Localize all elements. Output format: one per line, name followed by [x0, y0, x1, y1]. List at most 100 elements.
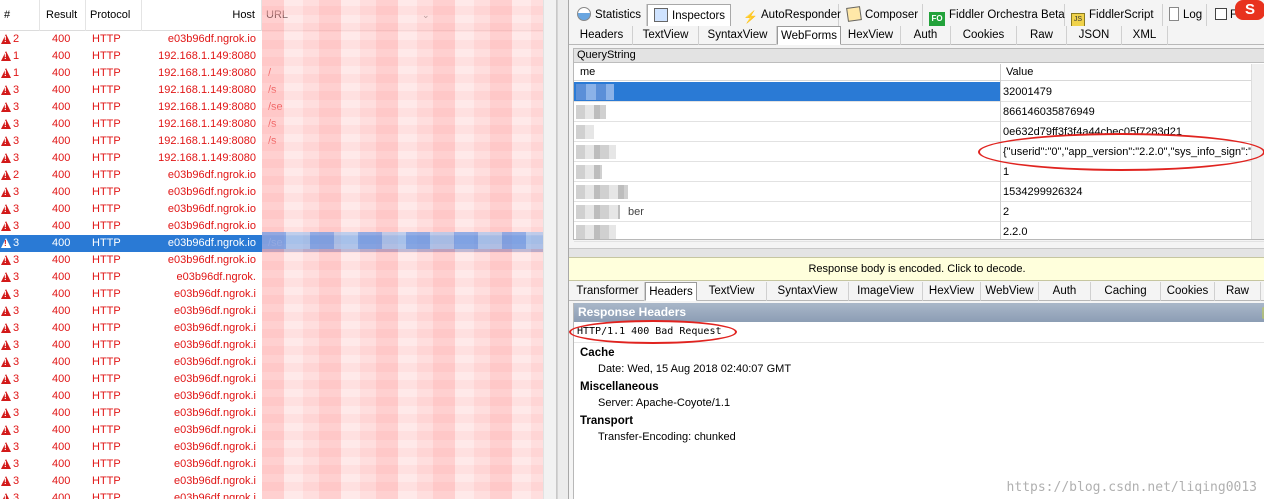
session-protocol: HTTP: [92, 169, 121, 181]
request-tab-cookies[interactable]: Cookies: [951, 26, 1017, 45]
session-row[interactable]: 3 400 HTTP e03b96df.ngrok.: [0, 269, 556, 286]
session-row[interactable]: 3 400 HTTP e03b96df.ngrok.io/se: [0, 235, 556, 252]
session-url: [268, 150, 328, 167]
session-row[interactable]: 3 400 HTTP e03b96df.ngrok.i: [0, 388, 556, 405]
session-row[interactable]: 3 400 HTTP 192.168.1.149:8080/s: [0, 133, 556, 150]
column-value[interactable]: Value: [1006, 64, 1033, 81]
response-tab-syntaxview[interactable]: SyntaxView: [767, 282, 849, 301]
session-row[interactable]: 3 400 HTTP 192.168.1.149:8080/s: [0, 116, 556, 133]
session-row[interactable]: 3 400 HTTP 192.168.1.149:8080/se: [0, 99, 556, 116]
request-tab-hexview[interactable]: HexView: [841, 26, 901, 45]
session-row[interactable]: 3 400 HTTP e03b96df.ngrok.io: [0, 252, 556, 269]
session-row[interactable]: 1 400 HTTP 192.168.1.149:8080: [0, 48, 556, 65]
response-tab-raw[interactable]: Raw: [1215, 282, 1261, 301]
session-row[interactable]: 3 400 HTTP e03b96df.ngrok.i: [0, 422, 556, 439]
session-row[interactable]: 3 400 HTTP e03b96df.ngrok.i: [0, 320, 556, 337]
session-row[interactable]: 3 400 HTTP e03b96df.ngrok.io: [0, 184, 556, 201]
request-tab-raw[interactable]: Raw: [1017, 26, 1067, 45]
response-tab-webview[interactable]: WebView: [981, 282, 1039, 301]
querystring-row[interactable]: 32001479: [574, 82, 1264, 102]
session-row[interactable]: 1 400 HTTP 192.168.1.149:8080 /: [0, 65, 556, 82]
decode-banner[interactable]: Response body is encoded. Click to decod…: [569, 257, 1264, 281]
tab-fiddlerscript[interactable]: JS FiddlerScript: [1065, 4, 1163, 27]
request-tab-xml[interactable]: XML: [1122, 26, 1168, 45]
session-host: e03b96df.ngrok.i: [174, 339, 256, 351]
querystring-row[interactable]: 0e632d79ff3f3f4a44cbec05f7283d21: [574, 122, 1264, 142]
session-row[interactable]: 3 400 HTTP e03b96df.ngrok.i: [0, 405, 556, 422]
redacted-param-name: [576, 225, 616, 239]
sessions-scrollbar[interactable]: [543, 0, 556, 499]
response-tab-caching[interactable]: Caching: [1091, 282, 1161, 301]
session-row[interactable]: 3 400 HTTP e03b96df.ngrok.io: [0, 201, 556, 218]
session-url: /s: [268, 135, 277, 147]
request-tab-json[interactable]: JSON: [1067, 26, 1122, 45]
tab-inspectors[interactable]: Inspectors: [647, 4, 731, 26]
request-tabs: Headers TextView SyntaxView WebForms HexView…: [569, 26, 1264, 45]
response-tab-transformer[interactable]: Transformer: [571, 282, 645, 301]
session-result: 400: [52, 492, 71, 499]
tab-statistics[interactable]: Statistics: [571, 4, 647, 26]
header-group-cache[interactable]: Cache: [574, 345, 1264, 361]
tab-inspectors-label: Inspectors: [672, 10, 726, 22]
session-number: 3: [13, 390, 20, 402]
column-host[interactable]: Host: [142, 0, 262, 31]
request-tab-headers[interactable]: Headers: [571, 26, 633, 45]
session-row[interactable]: 3 400 HTTP e03b96df.ngrok.i: [0, 456, 556, 473]
response-tab-textview[interactable]: TextView: [697, 282, 767, 301]
tab-autoresponder[interactable]: ⚡ AutoResponder: [737, 4, 841, 26]
querystring-row[interactable]: 866146035876949: [574, 102, 1264, 122]
session-row[interactable]: 3 400 HTTP 192.168.1.149:8080: [0, 150, 556, 167]
tab-fiddler-orchestra[interactable]: FO Fiddler Orchestra Beta: [923, 4, 1065, 26]
tab-log[interactable]: Log: [1163, 4, 1207, 26]
request-tab-auth[interactable]: Auth: [901, 26, 951, 45]
ime-logo: S: [1235, 0, 1264, 20]
session-row[interactable]: 3 400 HTTP e03b96df.ngrok.i: [0, 303, 556, 320]
session-row[interactable]: 3 400 HTTP e03b96df.ngrok.i: [0, 473, 556, 490]
querystring-row[interactable]: 2.2.0: [574, 222, 1264, 242]
session-result: 400: [52, 101, 71, 113]
pane-splitter[interactable]: [557, 0, 568, 499]
column-name[interactable]: me: [580, 64, 595, 81]
response-tab-auth[interactable]: Auth: [1039, 282, 1091, 301]
session-row[interactable]: 2 400 HTTP e03b96df.ngrok.io: [0, 167, 556, 184]
response-tab-hexview[interactable]: HexView: [923, 282, 981, 301]
session-row[interactable]: 3 400 HTTP e03b96df.ngrok.io: [0, 218, 556, 235]
session-row[interactable]: 3 400 HTTP e03b96df.ngrok.i: [0, 439, 556, 456]
request-tab-textview[interactable]: TextView: [633, 26, 699, 45]
request-tab-webforms[interactable]: WebForms: [777, 26, 841, 45]
session-result: 400: [52, 67, 71, 79]
column-divider[interactable]: [1000, 64, 1001, 239]
session-row[interactable]: 3 400 HTTP e03b96df.ngrok.i: [0, 286, 556, 303]
querystring-row[interactable]: ber 2: [574, 202, 1264, 222]
warning-icon: [1, 235, 12, 252]
tab-composer[interactable]: Composer: [841, 4, 923, 26]
warning-icon: [1, 269, 12, 286]
header-group-miscellaneous[interactable]: Miscellaneous: [574, 379, 1264, 395]
response-tab-headers[interactable]: Headers: [645, 282, 697, 301]
column-hash[interactable]: #: [0, 0, 40, 31]
response-tab-cookies[interactable]: Cookies: [1161, 282, 1215, 301]
column-url[interactable]: URL ⌄: [262, 0, 556, 31]
column-result[interactable]: Result: [40, 0, 86, 31]
querystring-row[interactable]: {"userid":"0","app_version":"2.2.0","sys…: [574, 142, 1264, 162]
sessions-list[interactable]: # Result Protocol Host URL ⌄ 2 400 HTTP e03…: [0, 0, 557, 499]
session-row[interactable]: 2 400 HTTP e03b96df.ngrok.io: [0, 31, 556, 48]
session-host: 192.168.1.149:8080: [158, 67, 256, 79]
pane-divider[interactable]: [569, 248, 1264, 257]
session-row[interactable]: 3 400 HTTP e03b96df.ngrok.i: [0, 371, 556, 388]
querystring-row[interactable]: 1: [574, 162, 1264, 182]
session-number: 3: [13, 322, 20, 334]
session-row[interactable]: 3 400 HTTP e03b96df.ngrok.i: [0, 337, 556, 354]
header-group-transport[interactable]: Transport: [574, 413, 1264, 429]
session-row[interactable]: 3 400 HTTP e03b96df.ngrok.i: [0, 354, 556, 371]
session-url: [268, 303, 328, 320]
filters-checkbox[interactable]: [1215, 8, 1227, 20]
session-row[interactable]: 3 400 HTTP e03b96df.ngrok.i: [0, 490, 556, 499]
response-tab-imageview[interactable]: ImageView: [849, 282, 923, 301]
request-tab-syntaxview[interactable]: SyntaxView: [699, 26, 777, 45]
querystring-scrollbar[interactable]: [1251, 64, 1264, 239]
session-row[interactable]: 3 400 HTTP 192.168.1.149:8080/s: [0, 82, 556, 99]
querystring-row[interactable]: 1534299926324: [574, 182, 1264, 202]
sort-caret-icon: ⌄: [422, 10, 430, 20]
column-protocol[interactable]: Protocol: [86, 0, 142, 31]
